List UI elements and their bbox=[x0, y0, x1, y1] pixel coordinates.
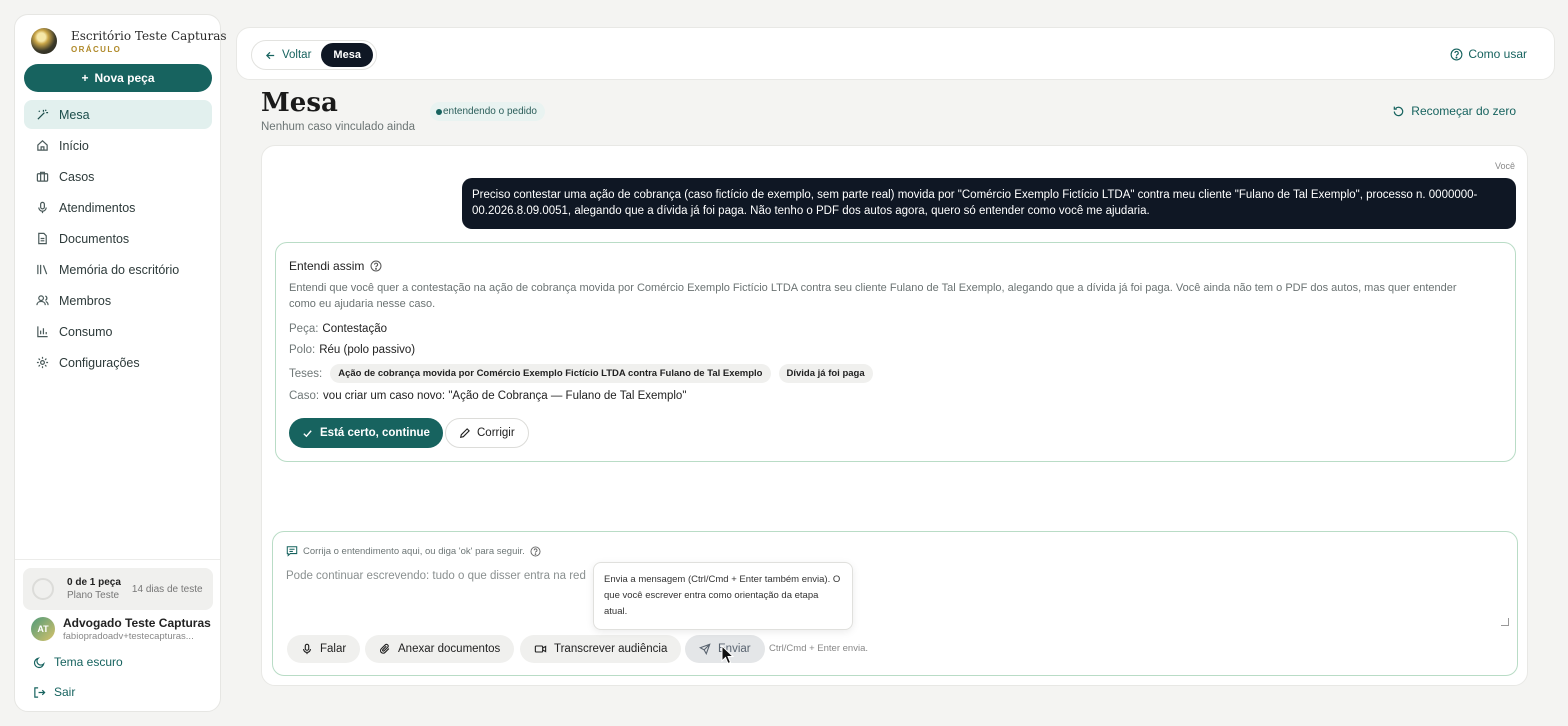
send-tooltip: Envia a mensagem (Ctrl/Cmd + Enter també… bbox=[593, 562, 853, 630]
send-icon bbox=[699, 643, 711, 655]
sidebar-item-inicio[interactable]: Início bbox=[24, 131, 212, 160]
video-icon bbox=[534, 645, 547, 653]
plus-icon: + bbox=[81, 71, 89, 85]
help-circle-icon[interactable] bbox=[370, 260, 382, 272]
keyboard-shortcut-hint: Ctrl/Cmd + Enter envia. bbox=[769, 643, 868, 654]
gear-icon bbox=[35, 356, 49, 370]
brand-name: Escritório Teste Capturas bbox=[71, 28, 227, 43]
plan-usage-title: 0 de 1 peça bbox=[67, 577, 121, 588]
sidebar-nav: Mesa Início Casos Atendimentos Documento… bbox=[24, 100, 212, 379]
thesis-chip: Ação de cobrança movida por Comércio Exe… bbox=[330, 364, 771, 383]
help-circle-icon bbox=[1450, 48, 1463, 60]
sidebar-divider bbox=[15, 559, 220, 560]
sidebar-item-configuracoes[interactable]: Configurações bbox=[24, 348, 212, 377]
plan-usage[interactable]: 0 de 1 peça Plano Teste 14 dias de teste bbox=[23, 568, 213, 610]
moon-icon bbox=[33, 656, 45, 668]
dark-theme-toggle[interactable]: Tema escuro bbox=[33, 655, 123, 669]
sender-label: Você bbox=[1494, 161, 1515, 171]
how-to-use-link[interactable]: Como usar bbox=[1450, 47, 1527, 61]
transcribe-hearing-button[interactable]: Transcrever audiência bbox=[520, 635, 682, 663]
document-icon bbox=[35, 232, 49, 246]
thesis-chip: Dívida já foi paga bbox=[778, 364, 873, 383]
microphone-icon bbox=[303, 643, 311, 655]
brand-sub: ORÁCULO bbox=[71, 44, 122, 54]
sidebar: Escritório Teste Capturas ORÁCULO + Nova… bbox=[14, 14, 227, 712]
field-polo: Polo: Réu (polo passivo) bbox=[289, 344, 416, 356]
resize-handle[interactable] bbox=[1501, 618, 1509, 626]
user-profile[interactable]: AT Advogado Teste Capturas fabiopradoadv… bbox=[31, 616, 211, 642]
plan-name: Plano Teste bbox=[67, 590, 120, 601]
back-button[interactable]: Voltar bbox=[265, 49, 311, 61]
message-icon bbox=[286, 546, 298, 557]
message-input[interactable] bbox=[286, 570, 1504, 626]
users-icon bbox=[35, 294, 49, 308]
sidebar-item-atendimentos[interactable]: Atendimentos bbox=[24, 193, 212, 222]
user-name: Advogado Teste Capturas bbox=[63, 616, 211, 630]
confirm-button[interactable]: Está certo, continue bbox=[289, 418, 443, 448]
page-title: Mesa bbox=[261, 88, 338, 118]
briefcase-icon bbox=[35, 170, 49, 184]
home-icon bbox=[35, 139, 49, 153]
composer: Corrija o entendimento aqui, ou diga 'ok… bbox=[272, 531, 1518, 676]
pencil-icon bbox=[459, 428, 470, 439]
correct-button[interactable]: Corrigir bbox=[445, 418, 529, 448]
status-dot bbox=[436, 108, 442, 115]
paperclip-icon bbox=[380, 643, 390, 654]
topbar: Voltar Mesa Como usar bbox=[236, 27, 1555, 80]
sidebar-item-documentos[interactable]: Documentos bbox=[24, 224, 212, 253]
new-piece-button[interactable]: + Nova peça bbox=[24, 64, 212, 92]
breadcrumb-current[interactable]: Mesa bbox=[321, 43, 373, 67]
restart-button[interactable]: Recomeçar do zero bbox=[1392, 104, 1516, 118]
bar-chart-icon bbox=[35, 325, 49, 339]
card-description: Entendi que você quer a contestação na a… bbox=[289, 282, 1457, 310]
user-message: Preciso contestar uma ação de cobrança (… bbox=[462, 178, 1516, 229]
arrow-left-icon bbox=[265, 51, 275, 59]
sidebar-item-mesa[interactable]: Mesa bbox=[24, 100, 212, 129]
trial-days: 14 dias de teste bbox=[131, 583, 203, 595]
brand[interactable]: Escritório Teste Capturas ORÁCULO bbox=[31, 28, 227, 54]
mouse-cursor-icon bbox=[721, 645, 735, 665]
sidebar-item-casos[interactable]: Casos bbox=[24, 162, 212, 191]
magic-wand-icon bbox=[35, 108, 49, 122]
status-badge: entendendo o pedido bbox=[430, 102, 545, 121]
library-icon bbox=[35, 263, 49, 277]
field-teses: Teses: Ação de cobrança movida por Comér… bbox=[289, 364, 873, 383]
refresh-icon bbox=[1393, 106, 1404, 116]
attach-documents-button[interactable]: Anexar documentos bbox=[365, 635, 515, 663]
field-peca: Peça: Contestação bbox=[289, 323, 387, 335]
breadcrumb: Voltar Mesa bbox=[251, 40, 377, 70]
sidebar-item-membros[interactable]: Membros bbox=[24, 286, 212, 315]
user-email: fabiopradoadv+testecapturas... bbox=[63, 631, 194, 642]
logout-button[interactable]: Sair bbox=[33, 685, 75, 699]
brand-logo bbox=[31, 28, 57, 54]
sidebar-item-memoria[interactable]: Memória do escritório bbox=[24, 255, 212, 284]
page-subtitle: Nenhum caso vinculado ainda bbox=[261, 121, 416, 133]
microphone-icon bbox=[35, 201, 49, 215]
composer-hint: Corrija o entendimento aqui, ou diga 'ok… bbox=[286, 545, 541, 557]
help-circle-icon[interactable] bbox=[530, 545, 541, 557]
avatar: AT bbox=[31, 617, 55, 641]
speak-button[interactable]: Falar bbox=[287, 635, 361, 663]
sidebar-item-consumo[interactable]: Consumo bbox=[24, 317, 212, 346]
check-icon bbox=[303, 429, 312, 437]
field-caso: Caso: vou criar um caso novo: "Ação de C… bbox=[289, 390, 687, 402]
usage-ring bbox=[32, 578, 54, 600]
logout-icon bbox=[34, 686, 46, 698]
card-title: Entendi assim bbox=[289, 259, 382, 273]
understanding-card: Entendi assim Entendi que você quer a co… bbox=[275, 242, 1516, 462]
